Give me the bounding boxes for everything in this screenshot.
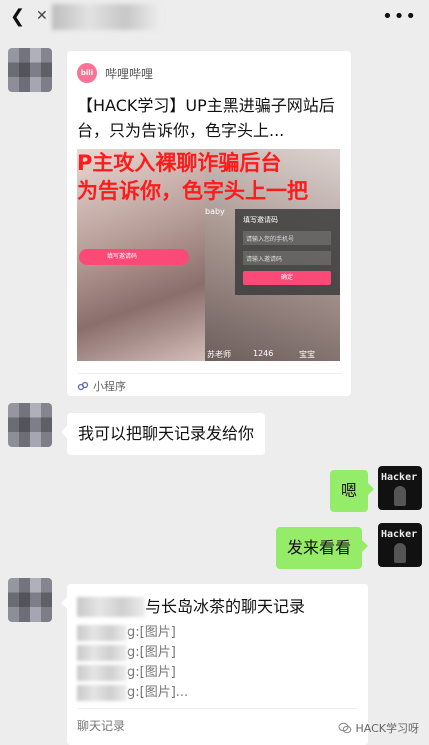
wechat-icon <box>338 722 351 734</box>
more-icon[interactable]: ••• <box>382 6 417 27</box>
avatar-self-label: Hacker <box>381 529 418 540</box>
avatar[interactable] <box>8 403 52 447</box>
top-bar: ❮ ✕ ••• <box>0 0 429 36</box>
chat-record-line: g:[图片] <box>77 644 176 662</box>
bilibili-logo-icon: bili <box>77 63 97 83</box>
thumbnail-dialog-input-phone: 请输入您的手机号 <box>243 231 331 245</box>
chat-record-line: g:[图片] <box>77 664 176 682</box>
mini-program-icon <box>77 381 89 391</box>
chat-record-line: g:[图片]... <box>77 684 188 702</box>
close-icon[interactable]: ✕ <box>36 8 48 24</box>
card-footer-label: 小程序 <box>93 380 126 393</box>
card-header: bili 哔哩哔哩 <box>77 63 153 83</box>
avatar-self[interactable]: Hacker <box>378 466 422 510</box>
chat-record-card[interactable]: 与长岛冰茶的聊天记录 g:[图片] g:[图片] g:[图片] g:[图片]..… <box>61 584 368 745</box>
thumbnail-banner-line1: P主攻入裸聊诈骗后台 <box>77 151 282 175</box>
chat-record-footer: 聊天记录 <box>77 719 126 733</box>
blurred-name <box>77 685 127 701</box>
thumbnail-caption: 1246 <box>253 349 274 358</box>
thumbnail-pink-button: 填写邀请码 <box>79 249 189 265</box>
hacker-figure-icon <box>394 543 406 563</box>
hacker-figure-icon <box>394 486 406 506</box>
thumbnail-baby-label: baby <box>205 207 225 216</box>
message-bubble-self[interactable]: 发来看看 <box>276 527 369 569</box>
thumbnail-dialog-input-code: 请输入邀请码 <box>243 251 331 265</box>
card-footer: 小程序 <box>77 378 126 394</box>
watermark: HACK学习呀 <box>338 720 420 736</box>
message-bubble-self[interactable]: 嗯 <box>330 470 375 512</box>
thumbnail-banner-text: P主攻入裸聊诈骗后台 为告诉你，色字头上一把 <box>77 149 340 207</box>
chat-record-line-text: g:[图片] <box>127 645 176 660</box>
blurred-name <box>77 665 127 681</box>
blurred-name <box>77 645 127 661</box>
avatar[interactable] <box>8 578 52 622</box>
thumbnail-banner-line2: 为告诉你，色字头上一把 <box>77 179 308 203</box>
blurred-name <box>77 625 127 641</box>
back-arrow-icon[interactable]: ❮ <box>10 6 25 27</box>
thumbnail-dialog: 填写邀请码 请输入您的手机号 请输入邀请码 确定 <box>235 209 340 295</box>
avatar[interactable] <box>8 48 52 92</box>
thumbnail-dialog-confirm: 确定 <box>243 271 331 285</box>
watermark-text: HACK学习呀 <box>355 722 420 735</box>
mini-program-card[interactable]: bili 哔哩哔哩 【HACK学习】UP主黑进骗子网站后台，只为告诉你，色字头上… <box>67 51 351 396</box>
avatar-self-label: Hacker <box>381 472 418 483</box>
chat-title-blurred <box>52 4 162 30</box>
thumbnail-caption: 宝宝 <box>299 350 315 359</box>
message-bubble[interactable]: 我可以把聊天记录发给你 <box>60 413 266 455</box>
card-title: 【HACK学习】UP主黑进骗子网站后台，只为告诉你，色字头上... <box>77 96 335 140</box>
thumbnail-dialog-title: 填写邀请码 <box>243 216 278 224</box>
blurred-name <box>77 597 145 617</box>
chat-record-line: g:[图片] <box>77 624 176 642</box>
avatar-self[interactable]: Hacker <box>378 523 422 567</box>
card-thumbnail: P主攻入裸聊诈骗后台 为告诉你，色字头上一把 baby 填写邀请码 填写邀请码 … <box>77 149 340 361</box>
chat-record-title: 与长岛冰茶的聊天记录 <box>77 596 305 618</box>
chat-record-line-text: g:[图片] <box>127 625 176 640</box>
chat-record-title-text: 与长岛冰茶的聊天记录 <box>145 597 306 616</box>
chat-record-line-text: g:[图片] <box>127 665 176 680</box>
thumbnail-caption: 苏老师 <box>207 350 231 359</box>
divider <box>77 708 358 709</box>
divider <box>77 373 341 374</box>
card-source-name: 哔哩哔哩 <box>105 66 154 81</box>
chat-record-line-text: g:[图片]... <box>127 685 189 700</box>
